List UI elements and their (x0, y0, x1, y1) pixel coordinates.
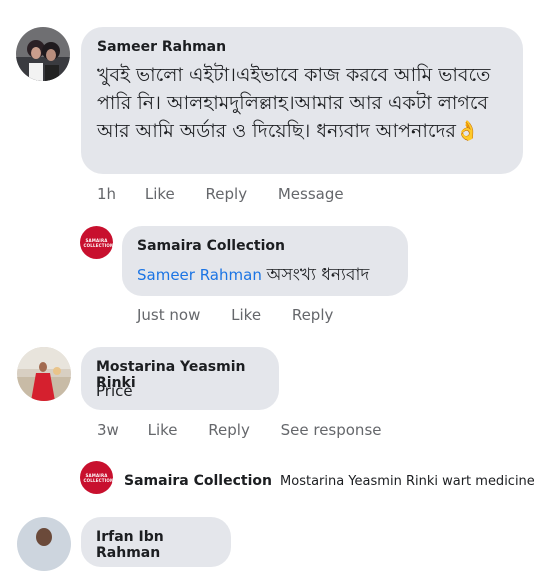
reply-text: অসংখ্য ধন্যবাদ (266, 265, 370, 285)
avatar[interactable] (17, 347, 71, 401)
avatar-photo (17, 347, 71, 401)
comment-bubble: Irfan Ibn Rahman (81, 517, 231, 567)
avatar-photo (17, 517, 71, 571)
avatar[interactable] (16, 27, 70, 81)
comment-text: Sameer Rahman অসংখ্য ধন্যবাদ (137, 262, 369, 290)
avatar[interactable] (17, 517, 71, 571)
avatar-photo (16, 27, 70, 81)
comment-author[interactable]: Samaira Collection (137, 238, 285, 254)
avatar[interactable]: SAMAIRA COLLECTION (80, 461, 113, 494)
comment-author[interactable]: Samaira Collection (124, 473, 272, 489)
reply-button[interactable]: Reply (292, 306, 334, 324)
see-response-button[interactable]: See response (281, 421, 382, 439)
reply-button[interactable]: Reply (208, 421, 250, 439)
reply-bubble: Samaira Collection Sameer Rahman অসংখ্য … (122, 226, 408, 296)
comment-bubble: Sameer Rahman খুবই ভালো এইটা।এইভাবে কাজ … (81, 27, 523, 174)
comment-text: খুবই ভালো এইটা।এইভাবে কাজ করবে আমি ভাবতে… (97, 64, 491, 142)
timestamp[interactable]: 3w (97, 421, 119, 439)
brand-logo: SAMAIRA COLLECTION (83, 237, 114, 248)
comment-author[interactable]: Sameer Rahman (97, 39, 226, 55)
message-button[interactable]: Message (278, 185, 344, 203)
comment-bubble: Mostarina Yeasmin Rinki Price (81, 347, 279, 410)
comment-text: Price (96, 382, 133, 400)
comment-actions: Just now Like Reply (137, 306, 359, 324)
like-button[interactable]: Like (148, 421, 178, 439)
brand-logo: SAMAIRA COLLECTION (83, 472, 114, 483)
reply-button[interactable]: Reply (206, 185, 248, 203)
comment-actions: 3w Like Reply See response (97, 421, 408, 439)
comment-actions: 1h Like Reply Message (97, 185, 370, 203)
collapsed-reply[interactable]: Samaira Collection Mostarina Yeasmin Rin… (124, 470, 534, 489)
like-button[interactable]: Like (145, 185, 175, 203)
like-button[interactable]: Like (231, 306, 261, 324)
mention-link[interactable]: Sameer Rahman (137, 266, 262, 284)
comment-author[interactable]: Irfan Ibn Rahman (96, 529, 231, 561)
timestamp[interactable]: Just now (137, 306, 200, 324)
timestamp[interactable]: 1h (97, 185, 116, 203)
avatar[interactable]: SAMAIRA COLLECTION (80, 226, 113, 259)
reply-preview: Mostarina Yeasmin Rinki wart medicine 55… (280, 474, 534, 489)
